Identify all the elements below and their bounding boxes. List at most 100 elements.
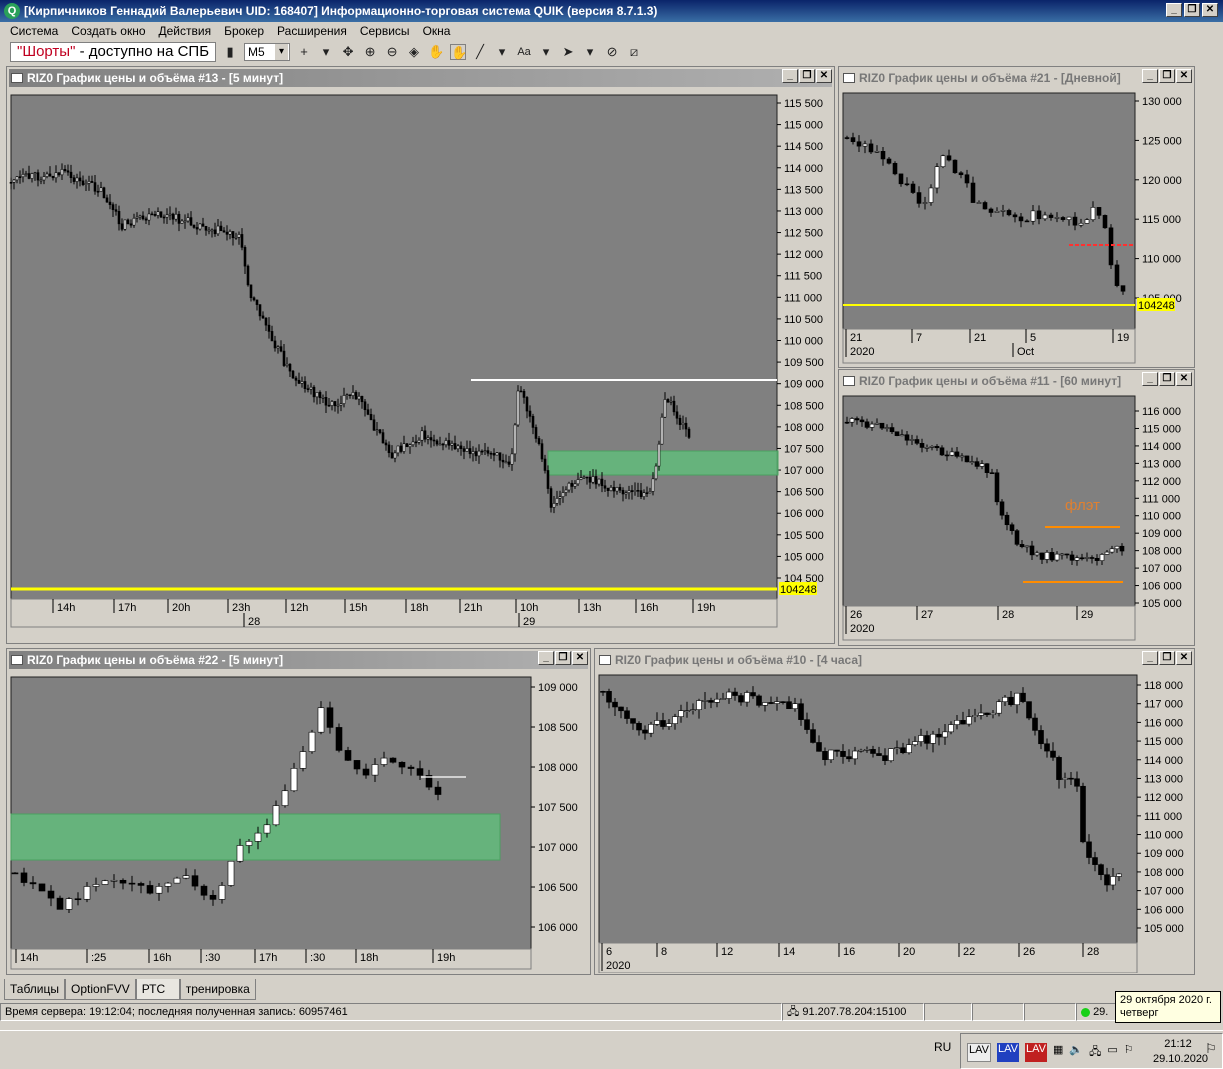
tab-rts[interactable]: РТС bbox=[135, 979, 180, 1000]
minimize-icon[interactable]: _ bbox=[1142, 372, 1158, 386]
text-tool-icon[interactable]: Aa bbox=[516, 44, 532, 60]
minimize-icon[interactable]: _ bbox=[1142, 651, 1158, 665]
candle-body bbox=[174, 213, 178, 220]
candle-body bbox=[669, 400, 673, 403]
zoom-in-icon[interactable]: ⊕ bbox=[362, 44, 378, 60]
menu-windows[interactable]: Окна bbox=[417, 22, 458, 40]
dropdown-arrow-icon[interactable]: ▾ bbox=[582, 44, 598, 60]
show-desktop-icon[interactable]: ⚐ bbox=[1205, 1041, 1217, 1057]
chart-window-icon bbox=[11, 655, 23, 665]
restore-icon[interactable]: ❐ bbox=[1159, 651, 1175, 665]
candle-body bbox=[886, 158, 892, 164]
minimize-icon[interactable]: _ bbox=[782, 69, 798, 83]
tab-tables[interactable]: Таблицы bbox=[4, 979, 66, 1000]
shorts-banner[interactable]: "Шорты" - доступно на СПБ bbox=[10, 42, 217, 62]
chart-window-title[interactable]: RIZ0 График цены и объёма #10 - [4 часа] bbox=[597, 651, 1192, 669]
candle-body bbox=[1096, 207, 1102, 216]
antivirus-blue-icon[interactable]: LAV bbox=[996, 1043, 1019, 1062]
candle-body bbox=[200, 885, 208, 896]
tab-training[interactable]: тренировка bbox=[179, 979, 256, 1000]
antivirus-red-icon[interactable]: LAV bbox=[1024, 1043, 1047, 1062]
hand-icon[interactable]: ✋ bbox=[428, 44, 444, 60]
zoom-out-icon[interactable]: ⊖ bbox=[384, 44, 400, 60]
close-icon[interactable]: ✕ bbox=[572, 651, 588, 665]
language-indicator[interactable]: RU bbox=[934, 1040, 951, 1054]
minimize-icon[interactable]: _ bbox=[538, 651, 554, 665]
chart-window-22[interactable]: RIZ0 График цены и объёма #22 - [5 минут… bbox=[6, 648, 591, 975]
candle-body bbox=[501, 459, 505, 463]
close-icon[interactable]: ✕ bbox=[1176, 651, 1192, 665]
price-chart-13[interactable]: 115 500 115 000 114 500 114 000 113 500 113 0… bbox=[9, 93, 832, 643]
chart-window-title[interactable]: RIZ0 График цены и объёма #11 - [60 мину… bbox=[841, 372, 1192, 390]
chart-window-title[interactable]: RIZ0 График цены и объёма #13 - [5 минут… bbox=[9, 69, 832, 87]
candle-body bbox=[326, 707, 334, 728]
dropdown-arrow-icon[interactable]: ▾ bbox=[494, 44, 510, 60]
candle-body bbox=[408, 444, 412, 448]
clock-time[interactable]: 21:12 bbox=[1153, 1037, 1203, 1052]
network-tray-icon[interactable]: 🖧 bbox=[1089, 1043, 1101, 1062]
menu-create-window[interactable]: Создать окно bbox=[65, 22, 152, 40]
candle-body bbox=[459, 445, 463, 449]
chart-window-title[interactable]: RIZ0 График цены и объёма #21 - [Дневной… bbox=[841, 69, 1192, 87]
chart-window-title[interactable]: RIZ0 График цены и объёма #22 - [5 минут… bbox=[9, 651, 588, 669]
price-chart-21[interactable]: 130 000125 000120 000115 000110 000105 0… bbox=[841, 91, 1192, 367]
menu-broker[interactable]: Брокер bbox=[218, 22, 271, 40]
close-icon[interactable]: ✕ bbox=[1176, 372, 1192, 386]
clock-date[interactable]: 29.10.2020 bbox=[1153, 1052, 1208, 1067]
chat-icon[interactable]: ▭ bbox=[1107, 1043, 1117, 1062]
price-chart-11[interactable]: 116 000 115 000 114 000 113 000 112 000 111 0… bbox=[841, 394, 1192, 645]
candle-body bbox=[390, 452, 394, 459]
candle-body bbox=[1084, 219, 1090, 224]
candle-body bbox=[780, 701, 786, 703]
delete-tools-icon[interactable]: ⧄ bbox=[626, 44, 642, 60]
chart-window-21[interactable]: RIZ0 График цены и объёма #21 - [Дневной… bbox=[838, 66, 1195, 368]
interval-select[interactable]: M5 bbox=[244, 43, 291, 61]
chart-window-11[interactable]: RIZ0 График цены и объёма #11 - [60 мину… bbox=[838, 369, 1195, 646]
arrow-tool-icon[interactable]: ➤ bbox=[560, 44, 576, 60]
ruler-icon[interactable]: ◈ bbox=[406, 44, 422, 60]
close-icon[interactable]: ✕ bbox=[1176, 69, 1192, 83]
app-title-bar[interactable]: Q [Кирпичников Геннадий Валерьевич UID: … bbox=[0, 0, 1223, 22]
chart-window-13[interactable]: RIZ0 График цены и объёма #13 - [5 минут… bbox=[6, 66, 835, 644]
trendline-icon[interactable]: ╱ bbox=[472, 44, 488, 60]
package-icon[interactable]: ▦ bbox=[1053, 1043, 1063, 1062]
candle-body bbox=[360, 395, 364, 403]
close-icon[interactable]: ✕ bbox=[1202, 3, 1218, 17]
chart-window-10[interactable]: RIZ0 График цены и объёма #10 - [4 часа]… bbox=[594, 648, 1195, 975]
volume-icon[interactable]: 🔈 bbox=[1069, 1043, 1083, 1062]
toolbar: "Шорты" - доступно на СПБ ▮ M5 + ▾ ✥ ⊕ ⊖… bbox=[0, 40, 1223, 64]
price-chart-10[interactable]: 118 000 117 000 116 000 115 000 114 000 113 0… bbox=[597, 673, 1192, 973]
restore-icon[interactable]: ❐ bbox=[1159, 372, 1175, 386]
flag-icon[interactable]: ⚐ bbox=[1124, 1043, 1134, 1062]
candle-body bbox=[876, 753, 882, 756]
close-icon[interactable]: ✕ bbox=[816, 69, 832, 83]
minimize-icon[interactable]: _ bbox=[1166, 3, 1182, 17]
x-tick-label: 22 bbox=[963, 946, 975, 958]
restore-icon[interactable]: ❐ bbox=[799, 69, 815, 83]
minimize-icon[interactable]: _ bbox=[1142, 69, 1158, 83]
tab-optionfvv[interactable]: OptionFVV bbox=[65, 979, 136, 1000]
hand-pressed-icon[interactable]: ✋ bbox=[450, 44, 467, 60]
price-chart-22[interactable]: 109 000 108 500 108 000 107 500 107 000 106 5… bbox=[9, 675, 588, 973]
y-tick-label: 112 000 bbox=[784, 249, 823, 261]
crosshair-plus-icon[interactable]: + bbox=[296, 44, 312, 60]
menu-services[interactable]: Сервисы bbox=[354, 22, 417, 40]
menu-system[interactable]: Система bbox=[4, 22, 65, 40]
candle-body bbox=[357, 395, 361, 400]
candle-body bbox=[486, 450, 490, 454]
chart-type-icon[interactable]: ▮ bbox=[222, 44, 238, 60]
hide-tools-icon[interactable]: ⊘ bbox=[604, 44, 620, 60]
antivirus-icon[interactable]: LAV bbox=[967, 1043, 991, 1062]
candle-body bbox=[378, 429, 382, 433]
candle-body bbox=[30, 173, 34, 179]
candle-body bbox=[57, 172, 61, 176]
move-icon[interactable]: ✥ bbox=[340, 44, 356, 60]
menu-extensions[interactable]: Расширения bbox=[271, 22, 354, 40]
dropdown-arrow-icon[interactable]: ▾ bbox=[538, 44, 554, 60]
restore-icon[interactable]: ❐ bbox=[1184, 3, 1200, 17]
menu-actions[interactable]: Действия bbox=[153, 22, 219, 40]
dropdown-arrow-icon[interactable]: ▾ bbox=[318, 44, 334, 60]
restore-icon[interactable]: ❐ bbox=[555, 651, 571, 665]
restore-icon[interactable]: ❐ bbox=[1159, 69, 1175, 83]
chart-window-icon bbox=[11, 73, 23, 83]
